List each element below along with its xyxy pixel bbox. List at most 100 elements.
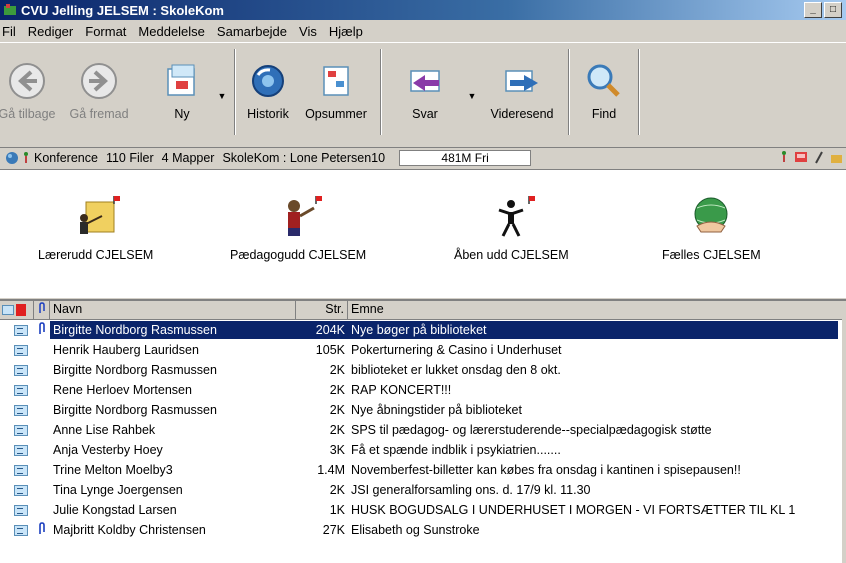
row-status	[0, 384, 34, 396]
table-row[interactable]: Rene Herloev Mortensen 2K RAP KONCERT!!!	[0, 380, 846, 400]
table-row[interactable]: Majbritt Koldby Christensen 27K Elisabeth …	[0, 520, 846, 540]
table-row[interactable]: Birgitte Nordborg Rasmussen 2K biblioteket…	[0, 360, 846, 380]
row-status	[0, 424, 34, 436]
reply-button[interactable]: Svar	[386, 43, 464, 129]
message-size: 105K	[315, 343, 345, 357]
message-size: 2K	[329, 423, 345, 437]
message-subject: HUSK BOGUDSALG I UNDERHUSET I MORGEN - V…	[351, 503, 796, 517]
message-size: 2K	[329, 403, 345, 417]
message-subject: Elisabeth og Sunstroke	[351, 523, 480, 537]
message-subject: Nye åbningstider på biblioteket	[351, 403, 522, 417]
message-icon	[14, 504, 28, 516]
table-row[interactable]: Julie Kongstad Larsen 1K HUSK BOGUDSALG I …	[0, 500, 846, 520]
table-row[interactable]: Anja Vesterby Hoey 3K Få et spænde indblik…	[0, 440, 846, 460]
new-button[interactable]: Ny	[150, 43, 214, 129]
table-row[interactable]: Tina Lynge Joergensen 2K JSI generalforsam…	[0, 480, 846, 500]
table-row[interactable]: Birgitte Nordborg Rasmussen 2K Nye åbnings…	[0, 400, 846, 420]
menu-rediger[interactable]: Rediger	[22, 24, 80, 39]
history-label: Historik	[247, 107, 289, 121]
row-attachment	[34, 522, 50, 538]
sender-name: Birgitte Nordborg Rasmussen	[53, 363, 217, 377]
globe-handshake-icon	[694, 197, 728, 233]
name-column-header[interactable]: Navn	[50, 301, 296, 319]
message-rows: Birgitte Nordborg Rasmussen 204K Nye bøger…	[0, 320, 846, 540]
flag-icon	[16, 304, 26, 316]
toolbar-separator	[234, 49, 236, 135]
back-button[interactable]: Gå tilbage	[0, 43, 56, 129]
summarize-icon	[323, 66, 349, 96]
toolbar-separator	[380, 49, 382, 135]
list-header: Navn Str. Emne	[0, 301, 846, 320]
toolbar: Gå tilbage Gå fremad Ny ▼ Historik Opsum…	[0, 42, 846, 148]
forward-message-button[interactable]: Videresend	[480, 43, 564, 129]
message-icon	[14, 524, 28, 536]
pencil-icon[interactable]	[814, 150, 824, 164]
message-icon	[14, 424, 28, 436]
table-row[interactable]: Henrik Hauberg Lauridsen 105K Pokerturneri…	[0, 340, 846, 360]
table-row[interactable]: Anne Lise Rahbek 2K SPS til pædagog- og læ…	[0, 420, 846, 440]
person-small-icon	[24, 152, 28, 163]
conference-folder[interactable]: Pædagogudd CJELSEM	[230, 192, 366, 262]
message-list: Navn Str. Emne Birgitte Nordborg Rasmuss…	[0, 299, 846, 563]
conference-label: Pædagogudd CJELSEM	[230, 248, 367, 262]
status-columns-header[interactable]	[0, 301, 34, 319]
table-row[interactable]: Trine Melton Moelby3 1.4M Novemberfest-bil…	[0, 460, 846, 480]
conference-folder[interactable]: Lærerudd CJELSEM	[38, 192, 153, 262]
minimize-button[interactable]: _	[804, 2, 822, 18]
message-size: 2K	[329, 363, 345, 377]
sender-name: Majbritt Koldby Christensen	[53, 523, 206, 537]
summarize-label: Opsummer	[305, 107, 367, 121]
location-path: SkoleKom : Lone Petersen10	[222, 151, 386, 165]
sender-name: Rene Herloev Mortensen	[53, 383, 192, 397]
size-column-header[interactable]: Str.	[296, 301, 348, 319]
message-size: 2K	[329, 483, 345, 497]
row-status	[0, 484, 34, 496]
message-subject: SPS til pædagog- og lærerstuderende--spe…	[351, 423, 712, 437]
message-subject: biblioteket er lukket onsdag den 8 okt.	[351, 363, 561, 377]
menu-samarbejde[interactable]: Samarbejde	[211, 24, 293, 39]
row-status	[0, 444, 34, 456]
menu-fil[interactable]: Fil	[0, 24, 22, 39]
message-icon	[14, 404, 28, 416]
history-button[interactable]: Historik	[240, 43, 296, 129]
person-small-icon[interactable]	[780, 150, 788, 164]
summarize-button[interactable]: Opsummer	[296, 43, 376, 129]
menu-bar: Fil Rediger Format Meddelelse Samarbejde…	[0, 20, 846, 42]
sender-name: Birgitte Nordborg Rasmussen	[53, 403, 217, 417]
folder-small-icon[interactable]	[830, 150, 842, 164]
conference-label: Åben udd CJELSEM	[454, 248, 569, 262]
conference-folder[interactable]: Fælles CJELSEM	[662, 192, 761, 262]
row-status	[0, 344, 34, 356]
attachment-column-header[interactable]	[34, 301, 50, 319]
sender-name: Birgitte Nordborg Rasmussen	[50, 321, 296, 339]
read-status-icon	[2, 305, 14, 315]
reply-dropdown[interactable]: ▼	[464, 43, 480, 101]
menu-vis[interactable]: Vis	[293, 24, 323, 39]
subject-column-header[interactable]: Emne	[348, 301, 846, 319]
forward-message-icon	[505, 70, 538, 92]
back-label: Gå tilbage	[0, 107, 56, 121]
maximize-button[interactable]: □	[824, 2, 842, 18]
app-icon	[4, 4, 16, 15]
new-dropdown[interactable]: ▼	[214, 43, 230, 101]
forward-button[interactable]: Gå fremad	[58, 43, 140, 129]
menu-hjaelp[interactable]: Hjælp	[323, 24, 369, 39]
vertical-scrollbar[interactable]	[842, 301, 846, 563]
sender-name: Anja Vesterby Hoey	[53, 443, 163, 457]
message-red-icon[interactable]	[794, 150, 808, 164]
row-status	[0, 364, 34, 376]
paperclip-icon	[39, 322, 45, 334]
folder-count: 4 Mapper	[161, 151, 215, 165]
reply-label: Svar	[412, 107, 438, 121]
menu-meddelelse[interactable]: Meddelelse	[132, 24, 211, 39]
message-size: 2K	[329, 383, 345, 397]
message-size: 3K	[329, 443, 345, 457]
table-row[interactable]: Birgitte Nordborg Rasmussen 204K Nye bøger…	[0, 320, 846, 340]
row-status	[0, 504, 34, 516]
find-label: Find	[591, 107, 617, 121]
message-size: 1.4M	[317, 463, 345, 477]
conference-folder[interactable]: Åben udd CJELSEM	[454, 192, 569, 262]
message-size: 1K	[329, 503, 345, 517]
menu-format[interactable]: Format	[79, 24, 132, 39]
find-button[interactable]: Find	[574, 43, 634, 129]
